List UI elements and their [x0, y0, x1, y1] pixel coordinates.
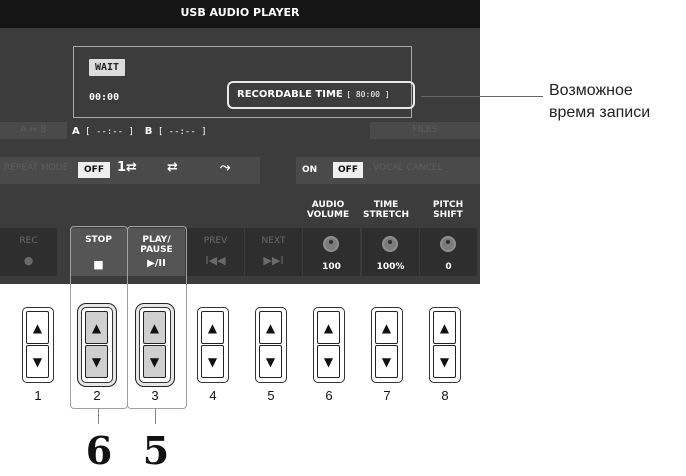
- button-number-7: 7: [383, 388, 391, 403]
- audio-volume-knob-icon[interactable]: [323, 236, 339, 252]
- recordable-time-value: [ 80:00 ]: [346, 90, 390, 99]
- knob-title-line: STRETCH: [363, 210, 409, 220]
- ab-repeat-button[interactable]: A ↔ B: [0, 122, 67, 139]
- time-stretch-value: 100%: [376, 262, 405, 272]
- repeat-single-icon[interactable]: 1⇄: [117, 160, 137, 175]
- button-number-6: 6: [325, 388, 333, 403]
- rec-slot[interactable]: REC ●: [0, 228, 57, 276]
- step-5-leader: [155, 408, 156, 424]
- down-arrow-icon[interactable]: ▼: [201, 345, 224, 378]
- physical-button-3[interactable]: ▲ ▼: [139, 307, 171, 383]
- physical-button-2[interactable]: ▲ ▼: [81, 307, 113, 383]
- time-stretch-knob-icon[interactable]: [382, 236, 398, 252]
- repeat-all-icon[interactable]: ⇄: [167, 160, 178, 175]
- next-slot[interactable]: NEXT ▶▶I: [245, 228, 302, 276]
- button-number-8: 8: [441, 388, 449, 403]
- a-value: [ --:-- ]: [85, 127, 134, 137]
- status-panel: WAIT 00:00 RECORDABLE TIME [ 80:00 ]: [73, 46, 415, 118]
- audio-volume-value: 100: [322, 262, 341, 272]
- down-arrow-icon[interactable]: ▼: [433, 345, 456, 378]
- knob-title-line: AUDIO: [311, 200, 345, 210]
- rec-label: REC: [19, 236, 38, 246]
- wait-badge: WAIT: [89, 59, 126, 76]
- up-arrow-icon[interactable]: ▲: [201, 311, 224, 344]
- knob-title-line: VOLUME: [306, 210, 350, 220]
- down-arrow-icon[interactable]: ▼: [317, 345, 340, 378]
- up-arrow-icon[interactable]: ▲: [433, 311, 456, 344]
- physical-button-4[interactable]: ▲ ▼: [197, 307, 229, 383]
- time-stretch-title: TIME STRETCH: [358, 200, 414, 220]
- up-arrow-icon[interactable]: ▲: [26, 311, 49, 344]
- down-arrow-icon[interactable]: ▼: [143, 345, 166, 378]
- repeat-random-icon[interactable]: ⤳: [220, 160, 230, 175]
- button-number-4: 4: [209, 388, 217, 403]
- down-arrow-icon[interactable]: ▼: [375, 345, 398, 378]
- button-number-1: 1: [34, 388, 42, 403]
- button-number-3: 3: [151, 388, 159, 403]
- knob-title-line: SHIFT: [433, 210, 463, 220]
- up-arrow-icon[interactable]: ▲: [375, 311, 398, 344]
- physical-button-1[interactable]: ▲ ▼: [22, 307, 54, 383]
- a-marker: A: [72, 126, 80, 137]
- record-icon: ●: [23, 254, 34, 267]
- knob-title-line: PITCH: [432, 200, 464, 210]
- step-6-leader: [98, 408, 99, 424]
- callout-line-2: время записи: [549, 104, 651, 121]
- knob-title-line: TIME: [373, 200, 399, 210]
- down-arrow-icon[interactable]: ▼: [85, 345, 108, 378]
- button-number-5: 5: [267, 388, 275, 403]
- ab-readout: A [ --:-- ] B [ --:-- ]: [72, 126, 207, 137]
- callout-line-1: Возможное: [549, 82, 633, 99]
- repeat-off-button[interactable]: OFF: [78, 162, 110, 178]
- pitch-shift-title: PITCH SHIFT: [420, 200, 476, 220]
- repeat-mode-row: REPEAT MODE OFF 1⇄ ⇄ ⤳: [0, 157, 260, 184]
- prev-label: PREV: [203, 236, 228, 246]
- screen-title: USB AUDIO PLAYER: [0, 0, 480, 28]
- previous-icon: I◀◀: [205, 254, 226, 267]
- up-arrow-icon[interactable]: ▲: [259, 311, 282, 344]
- pitch-shift-knob-icon[interactable]: [440, 236, 456, 252]
- callout-annotation: Возможное время записи: [549, 80, 684, 124]
- next-icon: ▶▶I: [263, 254, 284, 267]
- callout-leader-line: [421, 96, 543, 97]
- files-button[interactable]: FILES: [370, 122, 480, 139]
- repeat-mode-label: REPEAT MODE: [4, 163, 69, 173]
- b-value: [ --:-- ]: [157, 127, 207, 137]
- vocal-cancel-label: VOCAL CANCEL: [373, 163, 443, 173]
- audio-volume-title: AUDIO VOLUME: [300, 200, 356, 220]
- up-arrow-icon[interactable]: ▲: [317, 311, 340, 344]
- physical-button-6[interactable]: ▲ ▼: [313, 307, 345, 383]
- vocal-on-button[interactable]: ON: [302, 162, 317, 178]
- vocal-off-button[interactable]: OFF: [333, 162, 363, 178]
- physical-button-8[interactable]: ▲ ▼: [429, 307, 461, 383]
- b-marker: B: [144, 126, 153, 137]
- next-label: NEXT: [261, 236, 286, 246]
- playback-time: 00:00: [89, 92, 120, 103]
- up-arrow-icon[interactable]: ▲: [143, 311, 166, 344]
- recordable-time: RECORDABLE TIME [ 80:00 ]: [227, 81, 415, 109]
- up-arrow-icon[interactable]: ▲: [85, 311, 108, 344]
- vocal-cancel-row: ON OFF VOCAL CANCEL: [296, 157, 480, 184]
- down-arrow-icon[interactable]: ▼: [259, 345, 282, 378]
- down-arrow-icon[interactable]: ▼: [26, 345, 49, 378]
- prev-slot[interactable]: PREV I◀◀: [187, 228, 244, 276]
- recordable-time-label: RECORDABLE TIME: [237, 89, 343, 100]
- step-number-5: 5: [142, 428, 170, 473]
- pitch-shift-value: 0: [445, 262, 452, 272]
- physical-button-7[interactable]: ▲ ▼: [371, 307, 403, 383]
- step-number-6: 6: [85, 428, 113, 473]
- physical-button-5[interactable]: ▲ ▼: [255, 307, 287, 383]
- button-number-2: 2: [93, 388, 101, 403]
